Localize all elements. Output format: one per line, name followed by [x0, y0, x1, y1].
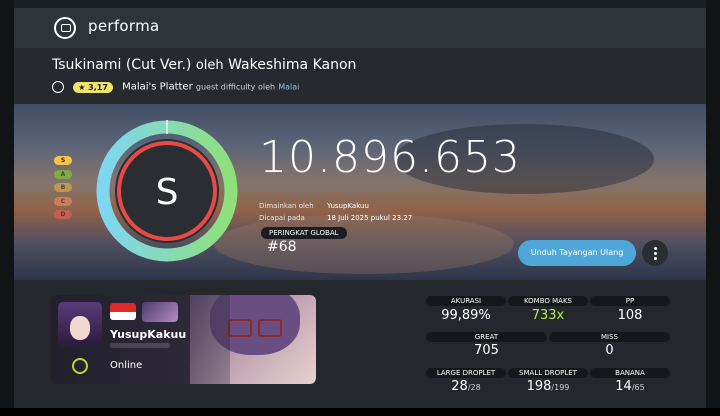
online-status-text: Online — [110, 360, 143, 371]
beatmap-title[interactable]: Tsukinami (Cut Ver.) — [52, 57, 191, 73]
grade-letter: S — [156, 172, 179, 213]
country-flag-icon[interactable] — [110, 303, 136, 320]
global-rank-label: PERINGKAT GLOBAL — [261, 227, 347, 239]
large-droplet-label: LARGE DROPLET — [426, 368, 506, 378]
banana-value: 14/65 — [590, 379, 670, 394]
rank-c-pill: C — [54, 196, 72, 206]
small-droplet-count: 198 — [526, 379, 552, 394]
download-replay-button[interactable]: Unduh Tayangan Ulang — [518, 240, 636, 266]
played-by-user[interactable]: YusupKakuu — [327, 202, 369, 210]
user-card[interactable]: YusupKakuu Online — [50, 295, 316, 384]
total-score: 10.896.653 — [259, 132, 521, 183]
online-status-icon — [72, 358, 88, 374]
pp-value: 108 — [617, 308, 643, 323]
score-panel: S A B C D S 10.896.653 Dimainkan oleh Yu… — [14, 104, 706, 280]
logo-icon[interactable] — [54, 17, 76, 39]
pp-label: PP — [590, 296, 670, 306]
great-value: 705 — [474, 343, 499, 358]
banana-count: 14 — [615, 379, 632, 394]
played-by-label: Dimainkan oleh — [259, 202, 314, 210]
ruleset-catch-icon — [52, 81, 64, 93]
more-dot — [654, 257, 657, 260]
more-dot — [654, 247, 657, 250]
accuracy-label: AKURASI — [426, 296, 506, 306]
great-label: GREAT — [426, 332, 547, 342]
large-droplet-max: /28 — [467, 383, 481, 392]
accuracy-value: 99,89% — [441, 308, 491, 323]
global-rank-value: #68 — [267, 239, 297, 255]
username[interactable]: YusupKakuu — [110, 328, 186, 341]
user-subtitle-bar — [110, 343, 170, 348]
more-options-button[interactable] — [642, 240, 668, 266]
difficulty-line: ★ 3,17 Malai's Platter guest difficulty … — [52, 81, 299, 97]
rank-d-pill: D — [54, 210, 72, 219]
difficulty-name: Malai's Platter — [122, 81, 193, 93]
achieved-date: 18 Juli 2025 pukul 23.27 — [327, 214, 413, 222]
rank-list: S A B C D — [54, 156, 72, 224]
star-rating-badge: ★ 3,17 — [73, 81, 113, 93]
max-combo-value: 733x — [531, 308, 565, 323]
left-edge — [0, 0, 14, 416]
small-droplet-value: 198/199 — [508, 379, 588, 394]
lower-section: YusupKakuu Online AKURASI 99,89% KOMBO M… — [14, 280, 706, 408]
banana-max: /65 — [631, 383, 645, 392]
small-droplet-label: SMALL DROPLET — [508, 368, 588, 378]
miss-value: 0 — [605, 343, 614, 358]
mapper-link[interactable]: Malai — [278, 83, 299, 92]
miss-label: MISS — [549, 332, 670, 342]
guest-difficulty-text: guest difficulty oleh — [195, 82, 276, 92]
banana-label: BANANA — [590, 368, 670, 378]
achieved-label: Dicapai pada — [259, 214, 305, 222]
team-flag-icon[interactable] — [142, 302, 178, 322]
beatmap-info: Tsukinami (Cut Ver.) oleh Wakeshima Kano… — [14, 48, 706, 104]
large-droplet-value: 28/28 — [426, 379, 506, 394]
max-combo-label: KOMBO MAKS — [508, 296, 588, 306]
beatmap-artist[interactable]: Wakeshima Kanon — [228, 57, 356, 73]
rank-a-pill: A — [54, 169, 72, 179]
by-label: oleh — [195, 58, 224, 73]
accuracy-ring: S — [96, 120, 238, 262]
beatmap-title-line: Tsukinami (Cut Ver.) oleh Wakeshima Kano… — [52, 57, 356, 73]
right-edge — [706, 0, 720, 416]
avatar[interactable] — [58, 302, 102, 346]
large-droplet-count: 28 — [451, 379, 468, 394]
bottom-bar — [0, 408, 720, 416]
app-title: performa — [88, 17, 160, 35]
rank-s-pill: S — [54, 156, 72, 165]
more-dot — [654, 252, 657, 255]
app-frame: performa Tsukinami (Cut Ver.) oleh Wakes… — [0, 0, 720, 416]
small-droplet-max: /199 — [551, 383, 570, 392]
rank-b-pill: B — [54, 183, 72, 192]
app-header: performa — [14, 8, 706, 48]
